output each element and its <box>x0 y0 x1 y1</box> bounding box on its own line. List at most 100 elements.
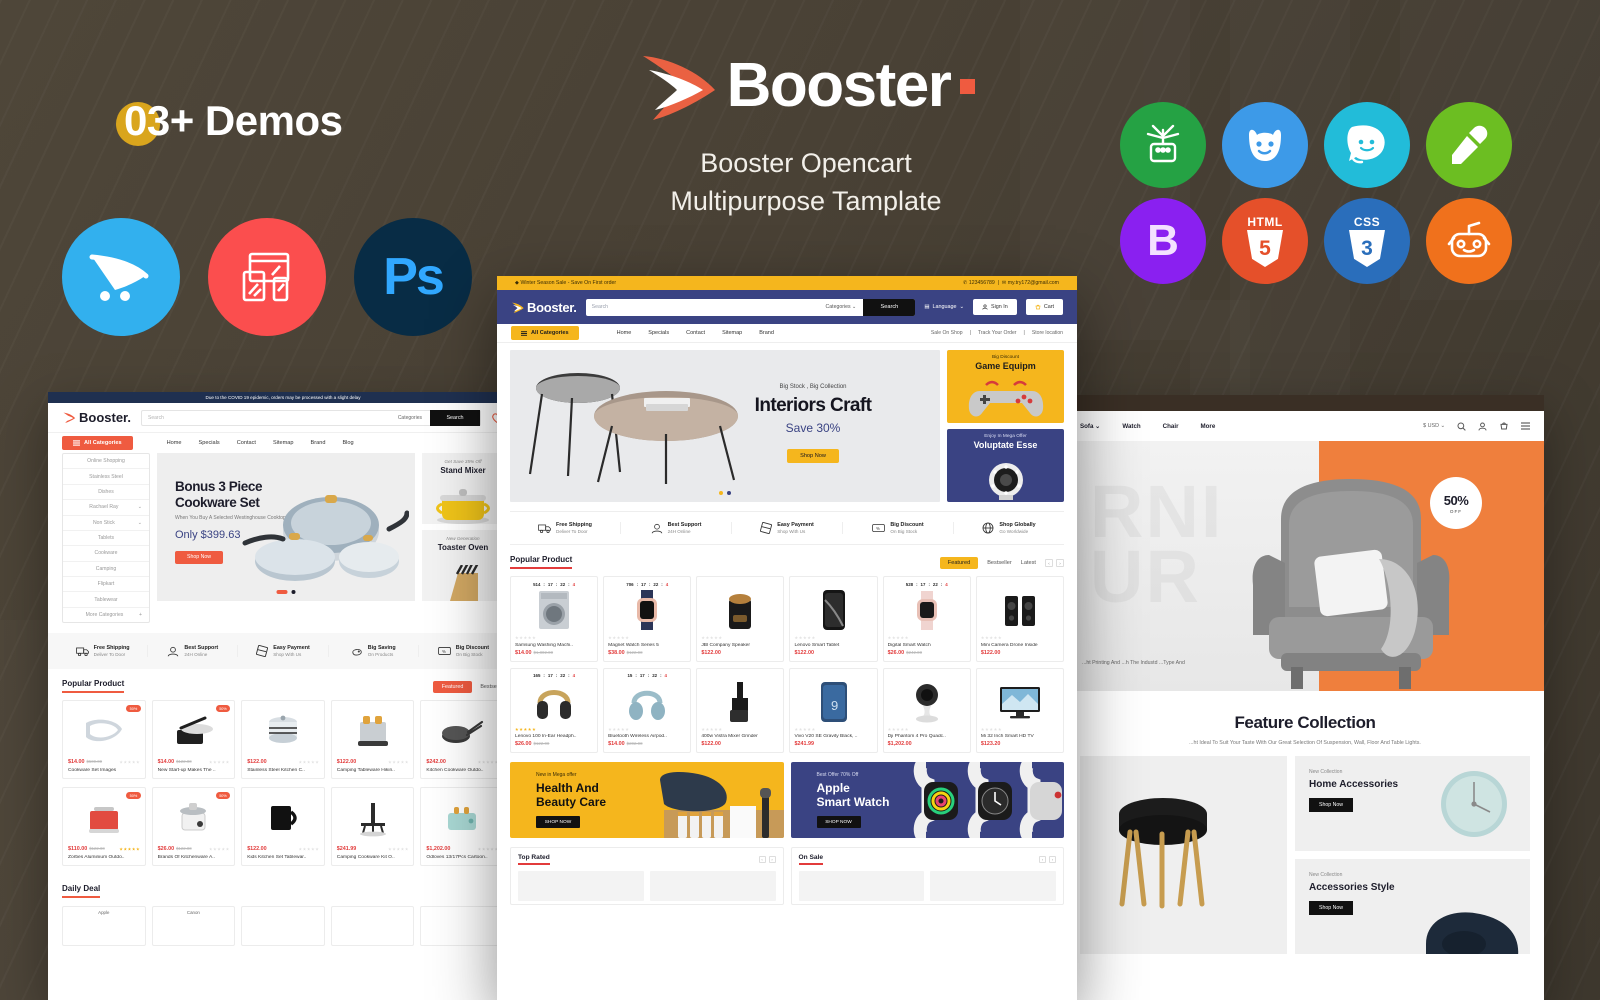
product-card[interactable]: JBl Company Speaker $122.00 <box>696 576 785 662</box>
right-mockup-window[interactable]: Sofa ⌄ Watch Chair More $ USD ⌄ RNI UR .… <box>1066 395 1544 1000</box>
carousel-next-button[interactable]: › <box>1049 856 1056 864</box>
list-item[interactable]: Non Stick ⌄ <box>63 516 149 531</box>
product-card[interactable]: $122.00 Kids Kitchen Set Tablewar.. <box>241 787 325 867</box>
product-card[interactable]: 15:17:22:4 Bluetooth Wireless Airpod.. $… <box>603 667 692 754</box>
left-nav-link[interactable]: Home <box>167 440 182 446</box>
side-card-voluptate-esse[interactable]: Enjoy In Mega Offer Voluptate Esse <box>947 429 1064 502</box>
top-rated-section[interactable]: Top Rated ‹ › <box>510 847 784 906</box>
center-nav-right-link[interactable]: Track Your Order <box>978 330 1017 336</box>
promo-shop-now-button[interactable]: SHOP NOW <box>536 816 580 829</box>
deal-card[interactable] <box>420 906 504 947</box>
carousel-next-button[interactable]: › <box>768 856 776 864</box>
list-item[interactable]: Flipkart <box>63 577 149 593</box>
tab-featured[interactable]: Featured <box>939 557 979 569</box>
product-card[interactable]: Dji Phantom 4 Pro Quadc.. $1,202.00 <box>882 667 971 754</box>
cart-button[interactable]: Cart <box>1025 299 1063 315</box>
center-all-categories-button[interactable]: All Categories <box>511 326 579 340</box>
left-search-bar[interactable]: Search Categories Search <box>141 409 481 426</box>
left-search-button[interactable]: Search <box>430 409 480 426</box>
product-card[interactable]: 165:17:22:4 Lenovo 100 In-Ear Headph.. $… <box>510 667 599 754</box>
promo-shop-now-button[interactable]: SHOP NOW <box>816 816 861 829</box>
left-nav-link[interactable]: Blog <box>342 440 353 446</box>
hero-shop-now-button[interactable]: Shop Now <box>787 449 839 463</box>
center-search-button[interactable]: Search <box>863 298 916 316</box>
feature-tile-home-accessories[interactable]: New Collection Home Accessories Shop Now <box>1295 756 1530 851</box>
side-card[interactable]: New Generation Toaster Oven <box>422 530 504 601</box>
right-nav-link[interactable]: Sofa ⌄ <box>1080 423 1100 430</box>
side-card-game-equipment[interactable]: Big Discount Game Equipm <box>947 350 1064 423</box>
deal-card[interactable] <box>330 906 415 947</box>
product-card[interactable]: $122.00 Camping Tableware Hikin.. <box>330 700 415 780</box>
promo-health-beauty[interactable]: New in Mega offer Health And Beauty Care … <box>510 762 784 839</box>
product-card[interactable]: 9 Vivo V20 SE Gravity Black, .. $241.99 <box>789 667 878 754</box>
side-card[interactable]: Get Save 35% Off Stand Mixer <box>422 453 504 524</box>
left-mockup-window[interactable]: Due to the COVID 19 epidemic, orders may… <box>48 392 518 1000</box>
center-nav-link[interactable]: Contact <box>686 330 705 336</box>
language-select[interactable]: ▤ Language ⌄ <box>924 304 964 310</box>
on-sale-section[interactable]: On Sale ‹ › <box>790 847 1064 906</box>
left-hero-carousel-dots[interactable] <box>276 590 296 594</box>
left-logo[interactable]: Booster. <box>62 410 131 425</box>
center-hero-banner[interactable]: Big Stock , Big Collection Interiors Cra… <box>510 350 940 502</box>
product-card[interactable]: Mi 32 Inch Smart HD TV $123.20 <box>975 667 1064 754</box>
product-card[interactable]: $241.99 Camping Cookware Kit O.. <box>330 787 415 867</box>
feature-tile-accessories-style[interactable]: New Collection Accessories Style Shop No… <box>1295 859 1530 954</box>
hero-carousel-dots[interactable] <box>719 491 731 495</box>
feature-big-tile[interactable] <box>1080 756 1287 954</box>
product-card[interactable]: 706:17:22:4 Magnet Watch Series 5 $38.00… <box>603 576 692 662</box>
cart-icon[interactable] <box>1499 421 1509 431</box>
center-mockup-window[interactable]: ◆ Winter Season Sale - Save On First ord… <box>497 276 1077 1000</box>
center-nav-link[interactable]: Sitemap <box>722 330 742 336</box>
product-card[interactable]: $242.00 Kitchen Cookware Outdo.. <box>420 700 504 780</box>
user-icon[interactable] <box>1478 421 1487 431</box>
left-nav-link[interactable]: Sitemap <box>273 440 294 446</box>
product-card[interactable]: 50% $14.00 $122.00 New Start-up Makes The .… <box>151 700 236 780</box>
right-nav-link[interactable]: Watch <box>1122 423 1140 430</box>
center-logo[interactable]: Booster. <box>511 300 577 315</box>
product-card[interactable]: 514:17:22:4 Samsung Washing Machi.. $14.… <box>510 576 599 662</box>
deal-card[interactable]: Canon <box>151 906 236 947</box>
left-categories-select[interactable]: Categories <box>398 415 430 421</box>
deal-card[interactable]: Apple <box>62 906 146 947</box>
right-nav-link[interactable]: Chair <box>1163 423 1179 430</box>
list-item[interactable]: Stainless Steel <box>63 469 149 485</box>
center-nav-right-link[interactable]: Sale On Shop <box>931 330 963 336</box>
product-card[interactable]: $122.00 Stainless Steel Kitchen C.. <box>241 700 325 780</box>
center-nav-link[interactable]: Specials <box>648 330 669 336</box>
carousel-next-button[interactable]: › <box>1056 559 1064 567</box>
shop-now-button[interactable]: Shop Now <box>1309 798 1353 812</box>
left-all-categories-button[interactable]: All Categories <box>62 435 133 450</box>
product-card[interactable]: $1,202.00 Odloves 13/17Pcs Cartoon.. <box>420 787 504 867</box>
list-item[interactable]: Tablewear <box>63 592 149 608</box>
center-search-bar[interactable]: Search Categories ⌄ Search <box>585 298 916 316</box>
product-card[interactable]: 50% $26.00 $122.00 Brands Of Kitchenware A.… <box>151 787 236 867</box>
center-nav-right-link[interactable]: Store location <box>1032 330 1063 336</box>
product-card[interactable]: Mini Camera Drone Inside $122.00 <box>975 576 1064 662</box>
list-item[interactable]: Tablets <box>63 531 149 547</box>
carousel-prev-button[interactable]: ‹ <box>758 856 766 864</box>
center-categories-select[interactable]: Categories ⌄ <box>826 304 864 310</box>
product-card[interactable]: Lenovo Smart Tablet $122.00 <box>789 576 878 662</box>
promo-apple-watch[interactable]: Best Offer 70% Off Apple Smart Watch SHOP… <box>790 762 1064 839</box>
list-item[interactable]: Rachael Ray ⌄ <box>63 500 149 516</box>
search-icon[interactable] <box>1457 421 1466 431</box>
product-card[interactable]: 50% $14.00 $500.00 Cookware Set Images <box>62 700 146 780</box>
left-nav-link[interactable]: Specials <box>199 440 220 446</box>
shop-now-button[interactable]: Shop Now <box>1309 901 1353 915</box>
right-nav-link[interactable]: More <box>1201 423 1216 430</box>
tab-bestseller[interactable]: Bestseller <box>987 560 1012 566</box>
list-item[interactable]: Camping <box>63 562 149 577</box>
product-card[interactable]: 400w Vistra Mixer Grinder $122.00 <box>696 667 785 754</box>
list-item[interactable]: Cookware <box>63 546 149 562</box>
list-item[interactable]: Online Shopping <box>63 454 149 470</box>
tab-latest[interactable]: Latest <box>1021 560 1036 566</box>
center-nav-link[interactable]: Home <box>617 330 632 336</box>
list-item[interactable]: Dishes <box>63 485 149 501</box>
left-nav-link[interactable]: Contact <box>237 440 256 446</box>
list-item[interactable]: More Categories + <box>63 608 149 622</box>
left-nav-link[interactable]: Brand <box>311 440 326 446</box>
product-card[interactable]: 50% $110.00 $122.00 Zorbes Aluminium Outdo.… <box>62 787 146 867</box>
center-nav-link[interactable]: Brand <box>759 330 774 336</box>
left-hero-banner[interactable]: Bonus 3 Piece Cookware Set When You Buy A… <box>157 453 415 601</box>
carousel-prev-button[interactable]: ‹ <box>1039 856 1046 864</box>
